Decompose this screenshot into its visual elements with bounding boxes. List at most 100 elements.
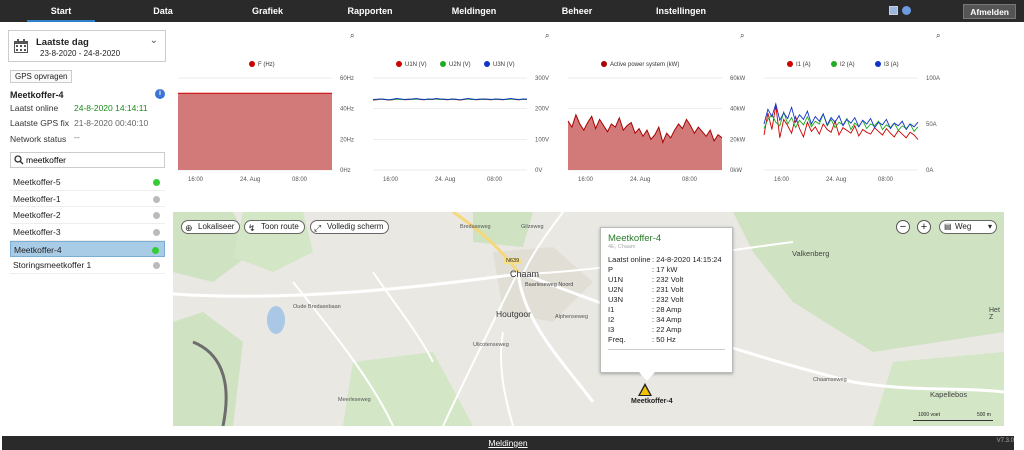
place-label: Valkenberg <box>792 249 830 258</box>
legend-label: Active power system (kW) <box>610 62 679 68</box>
info-value-gps: 21-8-2020 00:40:10 <box>74 118 149 128</box>
chart-svg: ⌕ 0kW 20kW 40kW 60kW 16:00 24. Aug 08:00 Active … <box>567 31 746 183</box>
status-dot <box>153 179 160 186</box>
zoom-out-button[interactable]: − <box>896 220 910 234</box>
popup-row: U2N: 231 Volt <box>608 285 725 295</box>
x-tick-label: 08:00 <box>682 177 698 183</box>
y-tick-label: 20Hz <box>340 137 354 143</box>
device-list: Meetkoffer-5 Meetkoffer-1 Meetkoffer-2 Meet… <box>10 174 165 275</box>
dropdown-arrow-icon: ▾ <box>987 222 992 231</box>
device-name: Meetkoffer-4 <box>10 90 64 100</box>
legend-marker <box>396 61 402 67</box>
popup-row: I2 : 34 Amp <box>608 315 725 325</box>
legend-marker <box>601 61 607 67</box>
search-icon <box>14 155 24 165</box>
x-tick-label: 24. Aug <box>435 177 455 183</box>
popup-row-key: Freq. <box>608 335 626 344</box>
road-label: Alphenseweg <box>555 314 589 320</box>
gps-request-button[interactable]: GPS opvragen <box>10 70 73 83</box>
popup-row: I1 : 28 Amp <box>608 305 725 315</box>
y-tick-label: 60Hz <box>340 76 354 82</box>
notifications-link[interactable]: Meldingen <box>488 438 527 448</box>
popup-row: Laatst online: 24-8-2020 14:15:24 <box>608 255 725 265</box>
map-layer-select[interactable]: ▤ Weg ▾ <box>939 220 997 234</box>
logout-button[interactable]: Afmelden <box>963 4 1016 19</box>
popup-rows: Laatst online: 24-8-2020 14:15:24 P: 17 k… <box>608 255 725 345</box>
y-tick-label: 0kW <box>730 168 742 174</box>
y-tick-label: 200V <box>535 107 549 113</box>
scale-label-metric: 500 m <box>977 412 991 418</box>
language-icon[interactable] <box>889 6 898 15</box>
road-label: Chaamseweg <box>813 377 847 383</box>
zoom-icon: ⌕ <box>350 31 354 40</box>
info-label-online: Laatst online <box>10 103 59 113</box>
info-icon[interactable]: i <box>155 89 165 99</box>
nav-rapporten[interactable]: Rapporten <box>337 0 403 22</box>
show-route-button[interactable]: ↯ Toon route <box>244 220 305 234</box>
popup-row-key: Laatst online <box>608 255 651 264</box>
device-list-item[interactable]: Meetkoffer-1 <box>10 191 165 208</box>
device-search[interactable] <box>10 152 165 168</box>
locate-button[interactable]: ⊕ Lokaliseer <box>181 220 241 234</box>
place-label: Kapellebos <box>930 390 968 399</box>
device-list-item[interactable]: Storingsmeetkoffer 1 <box>10 257 165 275</box>
popup-row-value: : 50 Hz <box>652 335 676 344</box>
road-number-label: N639 <box>504 258 522 264</box>
nav-beheer[interactable]: Beheer <box>553 0 601 22</box>
y-tick-label: 20kW <box>730 137 746 143</box>
status-dot <box>153 195 160 203</box>
info-value-online: 24-8-2020 14:14:11 <box>74 103 148 113</box>
popup-subtitle: 4E, Chaam <box>608 244 636 250</box>
x-tick-label: 24. Aug <box>826 177 846 183</box>
device-list-item[interactable]: Meetkoffer-3 <box>10 224 165 241</box>
help-icon[interactable] <box>902 6 911 15</box>
legend-marker <box>831 61 837 67</box>
status-dot <box>153 212 160 220</box>
nav-meldingen[interactable]: Meldingen <box>444 0 504 22</box>
device-item-name: Meetkoffer-5 <box>13 177 61 187</box>
chart-svg: ⌕ 0Hz 20Hz 40Hz 60Hz 16:00 24. Aug 08:00 F (Hz) <box>178 31 354 183</box>
nav-data[interactable]: Data <box>138 0 188 22</box>
chart-svg: ⌕ 0A 50A 100A 16:00 24. Aug 08:00 I1 (A) I2 (A) I… <box>763 31 940 183</box>
device-item-name: Meetkoffer-4 <box>14 244 62 255</box>
fullscreen-button[interactable]: ⤢ Volledig scherm <box>310 220 390 234</box>
nav-instellingen[interactable]: Instellingen <box>645 0 717 22</box>
device-list-item[interactable]: Meetkoffer-5 <box>10 174 165 191</box>
place-label: Chaam <box>510 269 540 279</box>
popup-row-value: : 28 Amp <box>652 305 682 314</box>
popup-row-key: I1 <box>608 305 615 314</box>
nav-start[interactable]: Start <box>27 0 95 22</box>
notifications-bar[interactable]: Meldingen <box>2 436 1014 450</box>
period-selector[interactable]: Laatste dag 23-8-2020 - 24-8-2020 ⌄ <box>8 30 166 62</box>
x-tick-label: 08:00 <box>487 177 503 183</box>
scale-label-imperial: 1000 voet <box>918 412 940 418</box>
popup-row-value: : 34 Amp <box>652 315 682 324</box>
info-label-network: Network status <box>10 134 67 144</box>
nav-grafiek[interactable]: Grafiek <box>240 0 295 22</box>
popup-row-key: I2 <box>608 315 615 324</box>
warning-marker-inner <box>640 386 650 395</box>
x-tick-label: 24. Aug <box>630 177 650 183</box>
device-list-item[interactable]: Meetkoffer-2 <box>10 207 165 225</box>
popup-row-value: : 24-8-2020 14:15:24 <box>652 255 722 264</box>
road-label: Oude Bredasebaan <box>293 304 341 310</box>
zoom-icon: ⌕ <box>936 31 940 40</box>
zoom-in-button[interactable]: + <box>917 220 931 234</box>
search-input[interactable] <box>26 155 161 165</box>
chevron-down-icon[interactable]: ⌄ <box>150 35 158 46</box>
legend-label: U1N (V) <box>405 62 427 68</box>
x-tick-label: 16:00 <box>188 177 204 183</box>
x-tick-label: 16:00 <box>383 177 399 183</box>
popup-row-key: I3 <box>608 325 615 334</box>
popup-row: I3: 22 Amp <box>608 325 725 335</box>
legend-label: F (Hz) <box>258 62 275 68</box>
chart-power: ⌕ 0kW 20kW 40kW 60kW 16:00 24. Aug 08:00 Active … <box>564 30 746 186</box>
version-label: V7.3.0 <box>996 438 1014 444</box>
legend-label: U2N (V) <box>449 62 471 68</box>
map-view[interactable]: ⊕ Lokaliseer ↯ Toon route ⤢ Volledig scherm… <box>173 212 1004 426</box>
popup-row-key: U2N <box>608 285 624 294</box>
legend-label: I1 (A) <box>796 62 811 68</box>
y-tick-label: 0Hz <box>340 168 351 174</box>
x-tick-label: 16:00 <box>578 177 594 183</box>
device-list-item[interactable]: Meetkoffer-4 <box>10 240 165 258</box>
